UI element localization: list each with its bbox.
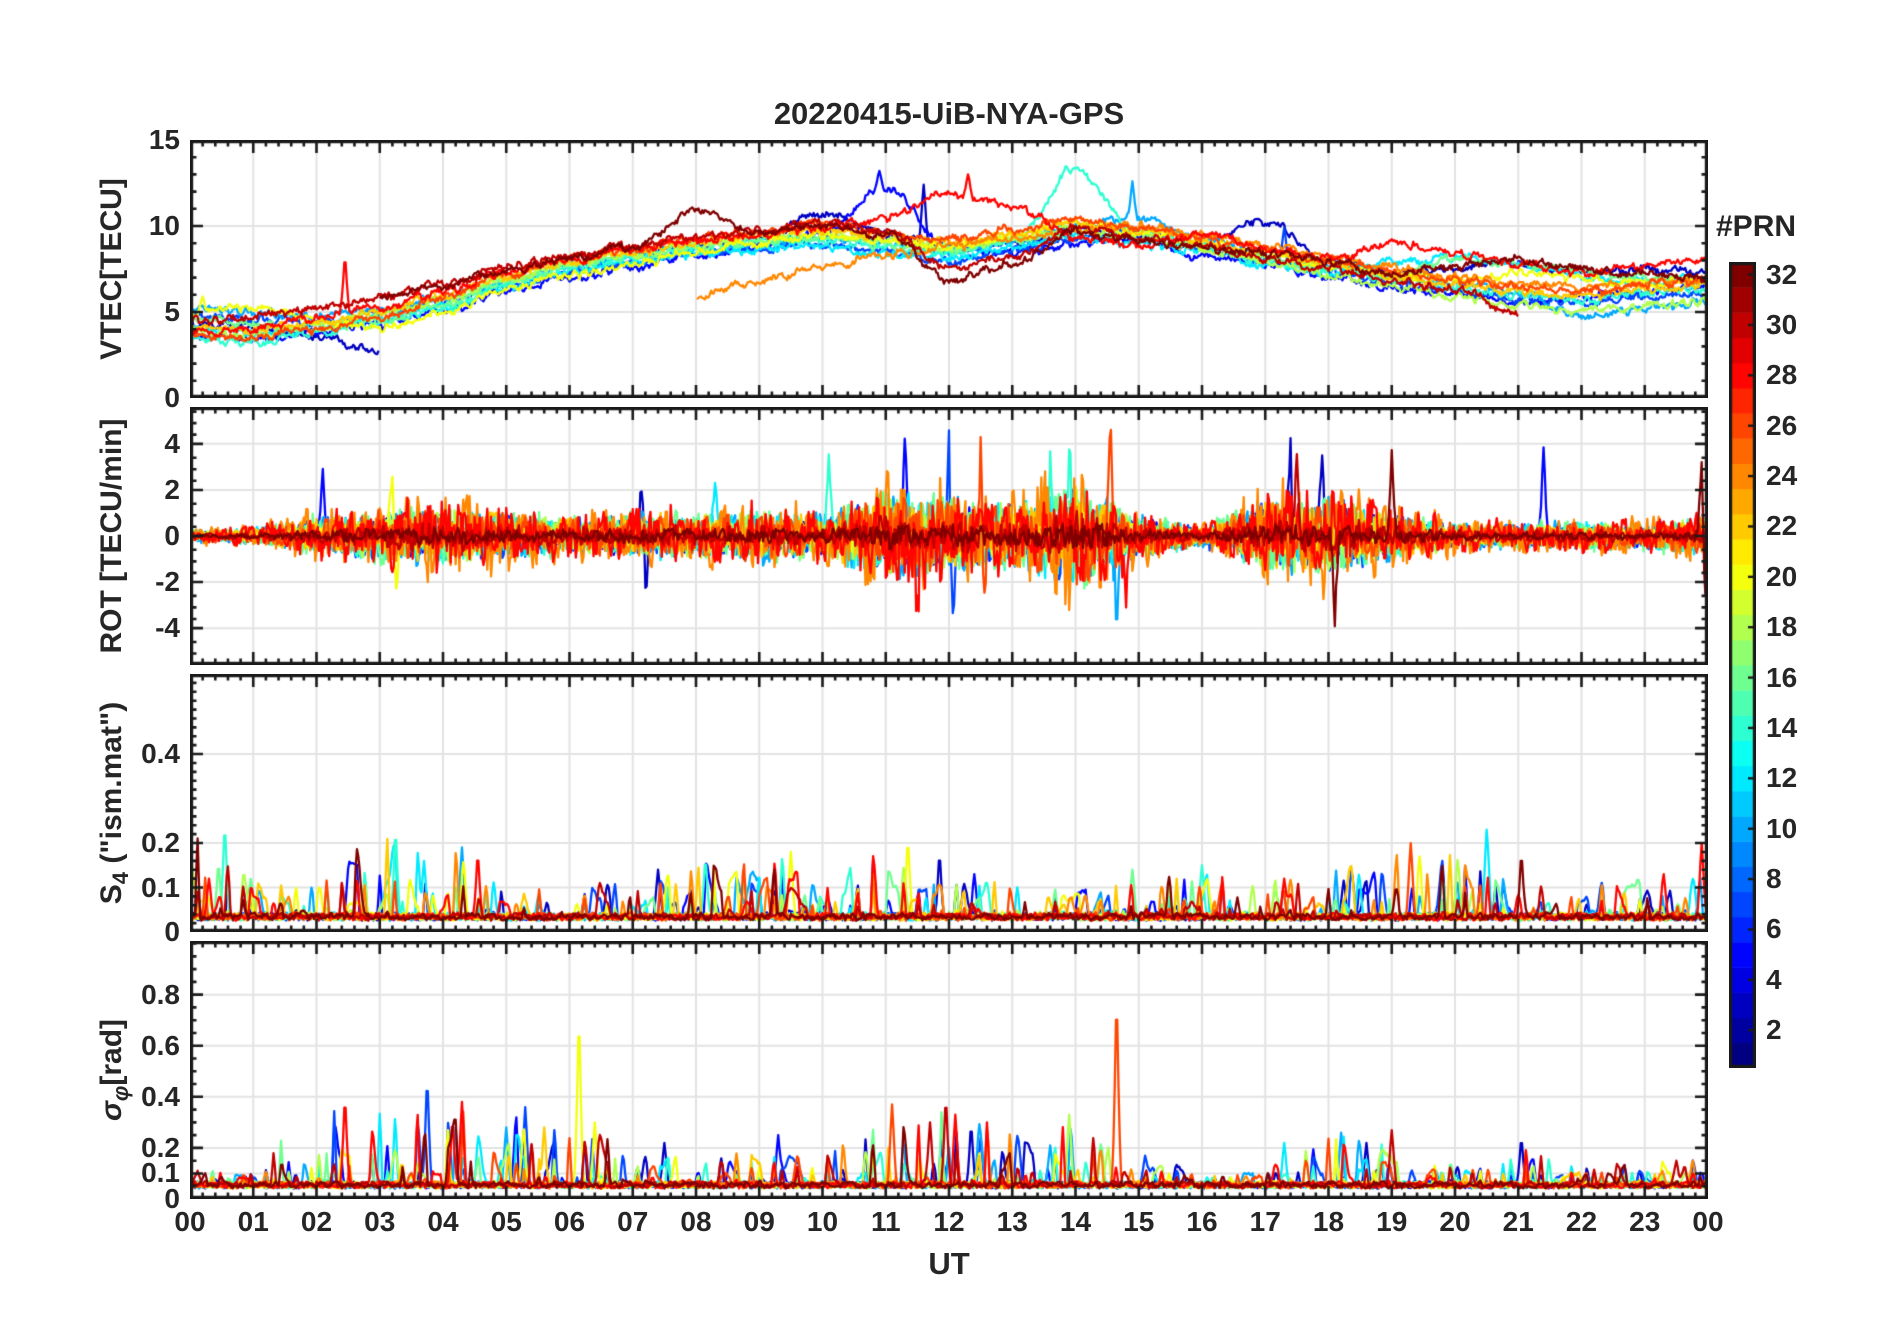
- colorbar: [1729, 262, 1756, 1068]
- colorbar-tick-label: 30: [1766, 308, 1798, 340]
- colorbar-tick-label: 16: [1766, 661, 1798, 693]
- x-tick-label: 21: [1502, 1206, 1534, 1237]
- x-tick-label: 10: [806, 1206, 839, 1237]
- x-tick-label: 22: [1565, 1206, 1598, 1237]
- colorbar-tick-label: 28: [1766, 359, 1798, 391]
- x-tick-label: 13: [996, 1206, 1028, 1237]
- x-tick-label: 19: [1376, 1206, 1408, 1237]
- x-tick-label: 02: [300, 1206, 333, 1237]
- s4-y-tick-label: 0: [164, 916, 180, 947]
- x-tick-label: 12: [933, 1206, 965, 1237]
- colorbar-tick-label: 14: [1766, 711, 1798, 743]
- x-tick-label: 15: [1123, 1206, 1155, 1237]
- colorbar-tick-label: 6: [1766, 913, 1782, 945]
- s4-ylabel-text: 4: [108, 871, 133, 885]
- x-tick-label: 14: [1059, 1206, 1092, 1237]
- colorbar-tick-label: 20: [1766, 560, 1798, 592]
- figure: 20220415-UiB-NYA-GPS 0 5 10 15 VTEC[TECU] -4-…: [0, 0, 1902, 1330]
- x-tick-label: 17: [1249, 1206, 1281, 1237]
- x-tick-label: 06: [553, 1206, 586, 1237]
- vtec-y-tick-label: 0: [164, 382, 180, 413]
- colorbar-tick-label: 18: [1766, 611, 1798, 643]
- sigma-y-tick-label: 0.8: [141, 978, 180, 1010]
- sigma-y-axis-label: σφ[rad]: [95, 1018, 133, 1122]
- x-tick-label: 11: [870, 1206, 901, 1237]
- x-tick-label: 20: [1439, 1206, 1471, 1237]
- s4-y-axis-label: S4 ("ism.mat"): [95, 701, 133, 905]
- rot-plot-canvas: [190, 407, 1708, 665]
- vtec-ylabel-text: VTEC[TECU]: [95, 178, 128, 360]
- s4-plot-canvas: [190, 674, 1708, 932]
- x-tick-label: 07: [617, 1206, 649, 1237]
- plot-title: 20220415-UiB-NYA-GPS: [773, 96, 1125, 131]
- s4-ylabel-text: S: [95, 884, 128, 905]
- sigma-plot-canvas: [190, 941, 1708, 1199]
- colorbar-tick-label: 10: [1766, 812, 1798, 844]
- colorbar-tick-label: 22: [1766, 510, 1798, 542]
- sigma-y-tick-label: 0.2: [141, 1131, 180, 1163]
- x-tick-label: 08: [680, 1206, 712, 1237]
- colorbar-tick-label: 32: [1766, 258, 1798, 290]
- x-tick-label: 01: [237, 1206, 269, 1237]
- colorbar-tick-label: 4: [1766, 963, 1782, 995]
- vtec-y-axis-label: VTEC[TECU]: [95, 178, 129, 360]
- sigma-ylabel-text: [rad]: [95, 1018, 128, 1086]
- x-axis-label: UT: [928, 1246, 970, 1281]
- sigma-ylabel-text: φ: [108, 1085, 133, 1102]
- colorbar-tick-label: 12: [1766, 762, 1798, 794]
- s4-ylabel-text: ("ism.mat"): [95, 701, 128, 872]
- vtec-plot-canvas: [190, 140, 1708, 398]
- rot-y-axis-label: ROT [TECU/min]: [95, 419, 129, 654]
- colorbar-tick-label: 24: [1766, 460, 1798, 492]
- colorbar-tick-label: 26: [1766, 409, 1798, 441]
- x-tick-label: 18: [1312, 1206, 1345, 1237]
- colorbar-tick-label: 2: [1766, 1014, 1782, 1046]
- x-tick-label: 00: [174, 1206, 206, 1237]
- vtec-y-tick-label: 15: [148, 124, 180, 155]
- x-tick-label: 23: [1629, 1206, 1661, 1237]
- sigma-ylabel-text: σ: [95, 1101, 128, 1122]
- colorbar-tick-label: 8: [1766, 863, 1782, 895]
- x-tick-label: 03: [364, 1206, 396, 1237]
- x-tick-label: 04: [427, 1206, 459, 1237]
- x-tick-label: 09: [743, 1206, 775, 1237]
- x-tick-label: 05: [490, 1206, 522, 1237]
- rot-ylabel-text: ROT [TECU/min]: [95, 418, 128, 654]
- x-tick-label: 00: [1692, 1206, 1724, 1237]
- x-tick-label: 16: [1186, 1206, 1218, 1237]
- colorbar-title: #PRN: [1716, 210, 1797, 243]
